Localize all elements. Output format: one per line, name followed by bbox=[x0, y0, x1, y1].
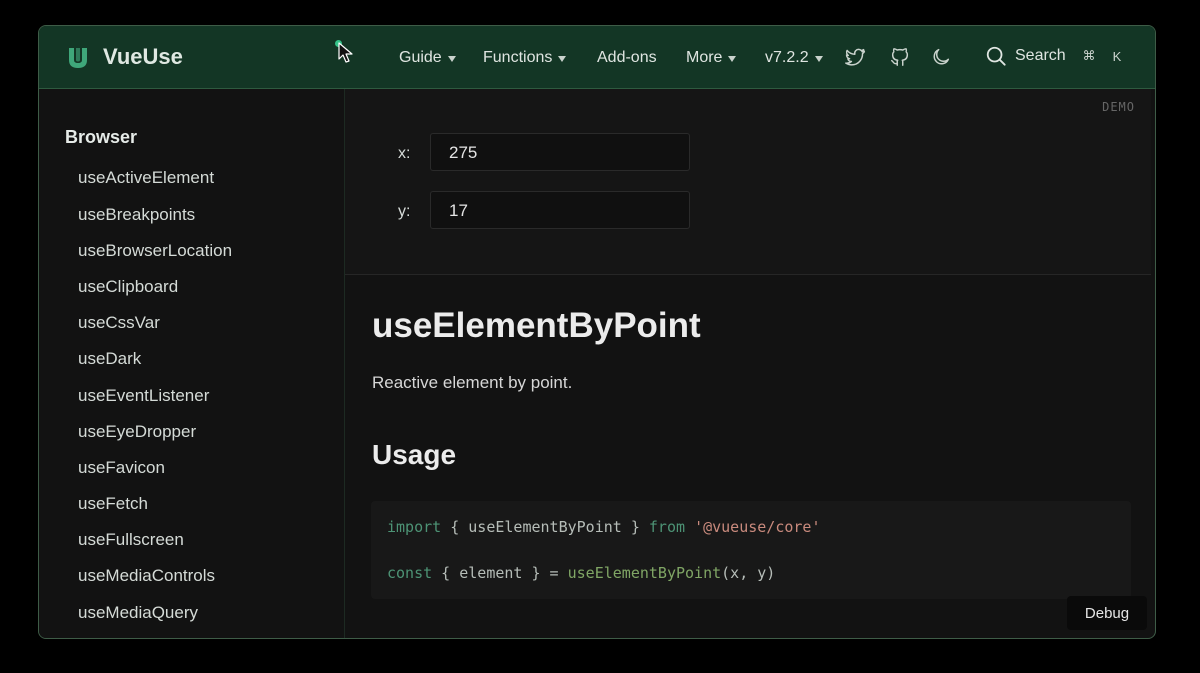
usage-heading: Usage bbox=[372, 439, 457, 470]
sidebar-item-usemediacontrols[interactable]: useMediaControls bbox=[78, 566, 215, 586]
chevron-down-icon bbox=[728, 56, 737, 62]
navbar: VueUse Guide Functions Add-ons More v7.2… bbox=[39, 26, 1155, 89]
code-line-import: import { useElementByPoint } from '@vueu… bbox=[387, 518, 821, 536]
sidebar-item-usemediaquery[interactable]: useMediaQuery bbox=[78, 603, 198, 623]
code-text: { useElementByPoint } bbox=[441, 518, 649, 536]
moon-icon[interactable] bbox=[930, 46, 952, 68]
sidebar-item-usebreakpoints[interactable]: useBreakpoints bbox=[78, 205, 195, 225]
search-label: Search bbox=[1015, 47, 1066, 64]
sidebar: Browser useActiveElement useBreakpoints … bbox=[39, 89, 345, 638]
nav-addons[interactable]: Add-ons bbox=[597, 49, 657, 67]
code-keyword: from bbox=[648, 518, 686, 536]
shortcut-k-key: K bbox=[1112, 48, 1122, 64]
nav-guide-label: Guide bbox=[399, 49, 442, 66]
vueuse-logo-icon[interactable] bbox=[66, 46, 90, 70]
sidebar-item-usefetch[interactable]: useFetch bbox=[78, 494, 148, 514]
sidebar-item-useactiveelement[interactable]: useActiveElement bbox=[78, 168, 214, 188]
demo-panel: DEMO x: 275 y: 17 bbox=[345, 89, 1151, 275]
sidebar-item-usefullscreen[interactable]: useFullscreen bbox=[78, 530, 184, 550]
nav-functions[interactable]: Functions bbox=[483, 49, 567, 67]
shortcut-cmd-key: ⌘ bbox=[1082, 48, 1096, 63]
sidebar-item-usedark[interactable]: useDark bbox=[78, 349, 141, 369]
search-button[interactable]: Search bbox=[985, 45, 1066, 67]
search-icon bbox=[986, 46, 1006, 66]
code-line-const: const { element } = useElementByPoint(x,… bbox=[387, 564, 775, 582]
code-keyword: const bbox=[387, 564, 433, 582]
nav-version[interactable]: v7.2.2 bbox=[765, 49, 823, 67]
debug-button[interactable]: Debug bbox=[1067, 596, 1147, 630]
chevron-down-icon bbox=[447, 56, 456, 62]
nav-more[interactable]: More bbox=[686, 49, 737, 67]
sidebar-item-usecssvar[interactable]: useCssVar bbox=[78, 313, 160, 333]
sidebar-item-useeyedropper[interactable]: useEyeDropper bbox=[78, 422, 196, 442]
nav-addons-label: Add-ons bbox=[597, 49, 657, 66]
browser-window: VueUse Guide Functions Add-ons More v7.2… bbox=[38, 25, 1156, 639]
code-text: { element } = bbox=[432, 564, 568, 582]
x-value-field[interactable]: 275 bbox=[430, 133, 690, 171]
code-keyword: import bbox=[387, 518, 442, 536]
x-label: x: bbox=[398, 145, 411, 162]
y-label: y: bbox=[398, 203, 411, 220]
demo-tag: DEMO bbox=[1102, 100, 1135, 114]
nav-guide[interactable]: Guide bbox=[399, 49, 456, 67]
twitter-icon[interactable] bbox=[844, 46, 866, 68]
brand-title[interactable]: VueUse bbox=[103, 44, 183, 70]
nav-version-label: v7.2.2 bbox=[765, 49, 809, 66]
sidebar-item-useclipboard[interactable]: useClipboard bbox=[78, 277, 178, 297]
nav-functions-label: Functions bbox=[483, 49, 553, 66]
code-function: useElementByPoint bbox=[567, 564, 722, 582]
page-description: Reactive element by point. bbox=[372, 373, 573, 392]
sidebar-item-usebrowserlocation[interactable]: useBrowserLocation bbox=[78, 241, 232, 261]
code-string: '@vueuse/core' bbox=[694, 518, 821, 536]
sidebar-item-useeventlistener[interactable]: useEventListener bbox=[78, 386, 209, 406]
github-icon[interactable] bbox=[889, 46, 911, 68]
sidebar-section-title: Browser bbox=[65, 127, 138, 147]
nav-more-label: More bbox=[686, 49, 723, 66]
y-value-field[interactable]: 17 bbox=[430, 191, 690, 229]
mouse-cursor-icon bbox=[338, 42, 353, 63]
sidebar-item-usefavicon[interactable]: useFavicon bbox=[78, 458, 165, 478]
code-block[interactable]: import { useElementByPoint } from '@vueu… bbox=[371, 501, 1131, 599]
code-text: (x, y) bbox=[721, 564, 776, 582]
chevron-down-icon bbox=[814, 56, 823, 62]
page-title: useElementByPoint bbox=[372, 306, 701, 345]
chevron-down-icon bbox=[558, 56, 567, 62]
